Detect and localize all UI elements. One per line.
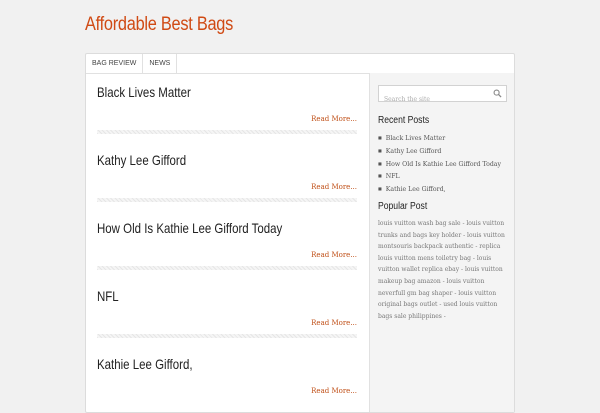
recent-post-link[interactable]: NFL — [378, 170, 501, 183]
search-box — [378, 85, 507, 107]
recent-posts-list: Black Lives Matter Kathy Lee Gifford How… — [378, 132, 501, 196]
post-list: Black Lives Matter Read More... Kathy Le… — [86, 73, 369, 412]
post-item: NFL Read More... — [86, 277, 369, 345]
post-separator — [97, 266, 357, 270]
popular-post-tags[interactable]: louis vuitton wash bag sale - louis vuit… — [378, 218, 510, 322]
post-title[interactable]: How Old Is Kathie Lee Gifford Today — [97, 220, 282, 236]
search-icon[interactable] — [493, 89, 502, 98]
read-more-link[interactable]: Read More... — [311, 387, 357, 395]
nav-item-news[interactable]: NEWS — [143, 54, 178, 73]
post-item: Kathy Lee Gifford Read More... — [86, 141, 369, 209]
post-title[interactable]: Black Lives Matter — [97, 84, 191, 100]
post-separator — [97, 198, 357, 202]
post-item: How Old Is Kathie Lee Gifford Today Read… — [86, 209, 369, 277]
main-container: BAG REVIEW NEWS Black Lives Matter Read … — [85, 53, 515, 413]
search-input[interactable] — [379, 92, 494, 107]
recent-post-link[interactable]: How Old Is Kathie Lee Gifford Today — [378, 158, 501, 171]
read-more-link[interactable]: Read More... — [311, 183, 357, 191]
read-more-link[interactable]: Read More... — [311, 319, 357, 327]
read-more-link[interactable]: Read More... — [311, 115, 357, 123]
read-more-link[interactable]: Read More... — [311, 251, 357, 259]
nav-item-bag-review[interactable]: BAG REVIEW — [86, 54, 144, 73]
sidebar: Recent Posts Black Lives Matter Kathy Le… — [369, 73, 514, 412]
post-item: Kathie Lee Gifford, Read More... — [86, 345, 369, 413]
site-title[interactable]: Affordable Best Bags — [85, 14, 233, 36]
recent-posts-title: Recent Posts — [378, 115, 430, 126]
recent-post-link[interactable]: Kathie Lee Gifford, — [378, 183, 501, 196]
post-item: Black Lives Matter Read More... — [86, 73, 369, 141]
post-title[interactable]: NFL — [97, 288, 119, 304]
popular-post-title: Popular Post — [378, 201, 428, 212]
post-title[interactable]: Kathy Lee Gifford — [97, 152, 186, 168]
post-separator — [97, 334, 357, 338]
post-title[interactable]: Kathie Lee Gifford, — [97, 356, 193, 372]
recent-post-link[interactable]: Kathy Lee Gifford — [378, 145, 501, 158]
recent-post-link[interactable]: Black Lives Matter — [378, 132, 501, 145]
main-nav: BAG REVIEW NEWS — [86, 54, 514, 74]
post-separator — [97, 130, 357, 134]
